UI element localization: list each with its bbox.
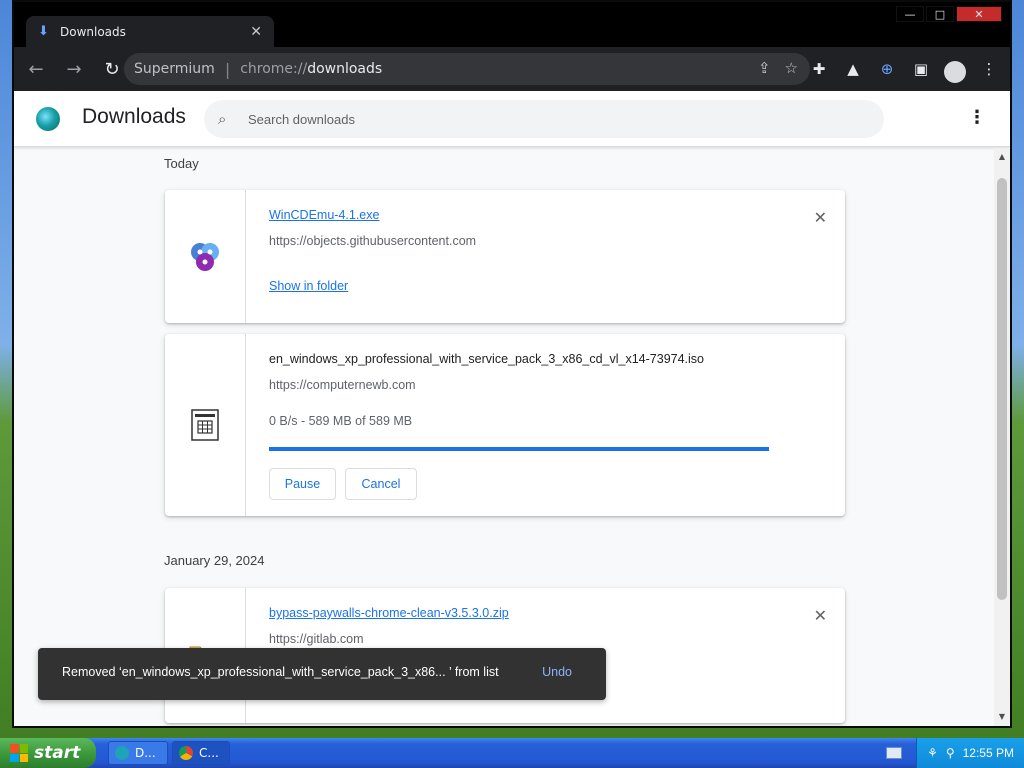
remove-item-icon[interactable]: ✕ [814, 208, 827, 227]
taskbar-item-edge[interactable]: D... [108, 741, 168, 765]
downloads-page: Downloads ⌕ ⋮ Today [14, 91, 1010, 726]
tab-close-icon[interactable]: ✕ [250, 24, 262, 40]
start-button[interactable]: start [0, 738, 96, 768]
taskbar-item-label: C... [199, 746, 219, 760]
file-source-url: https://gitlab.com [269, 632, 364, 646]
scroll-down-arrow-icon[interactable]: ▼ [994, 710, 1010, 724]
more-actions-icon[interactable]: ⋮ [968, 107, 986, 128]
bookmark-star-icon[interactable]: ☆ [785, 59, 798, 77]
file-source-url: https://objects.githubusercontent.com [269, 234, 477, 248]
search-input[interactable] [248, 111, 848, 127]
edge-icon [115, 746, 129, 760]
browser-window: ⬇ Downloads ✕ — □ ✕ ← → ↻ Supermium | ch… [12, 0, 1012, 728]
toast-message: Removed ‘en_windows_xp_professional_with… [62, 665, 499, 679]
profile-avatar-icon[interactable] [942, 53, 968, 85]
url-path: downloads [307, 61, 383, 77]
chrome-icon [179, 746, 193, 760]
download-status-text: 0 B/s - 589 MB of 589 MB [269, 414, 413, 428]
side-panel-icon[interactable]: ▣ [908, 53, 934, 85]
scroll-up-arrow-icon[interactable]: ▲ [994, 150, 1010, 164]
close-window-button[interactable]: ✕ [956, 6, 1002, 22]
download-icon: ⬇ [38, 24, 49, 39]
download-progress-fill [269, 447, 769, 451]
browser-logo-icon [36, 107, 60, 131]
taskbar-item-label: D... [135, 746, 156, 760]
iso-file-icon [191, 409, 219, 441]
site-label: Supermium [134, 61, 215, 77]
download-item-in-progress: en_windows_xp_professional_with_service_… [165, 334, 845, 516]
download-progress-bar [269, 447, 769, 451]
url-scheme: chrome:// [240, 61, 308, 77]
page-title: Downloads [82, 105, 186, 128]
clock: 12:55 PM [962, 746, 1014, 760]
vertical-scrollbar[interactable]: ▲ ▼ [994, 148, 1010, 726]
omnibox-divider: | [224, 59, 231, 79]
file-icon-column [165, 334, 246, 516]
forward-button[interactable]: → [58, 53, 90, 85]
browser-toolbar: ← → ↻ Supermium | chrome:// downloads ⇪ … [14, 47, 1010, 91]
window-controls: — □ ✕ [896, 6, 1002, 22]
labs-flask-icon[interactable]: ▲ [840, 53, 866, 85]
downloads-header: Downloads ⌕ ⋮ [14, 91, 1010, 147]
pause-button[interactable]: Pause [269, 468, 336, 500]
file-name-link[interactable]: WinCDEmu-4.1.exe [269, 208, 379, 222]
windows-taskbar: start D... C... ⚘ ⚲ 12:55 PM [0, 738, 1024, 768]
maximize-button[interactable]: □ [926, 6, 954, 22]
file-name: en_windows_xp_professional_with_service_… [269, 352, 705, 366]
downloads-list: Today WinCDEmu-4.1.exe https://objects.g… [14, 148, 994, 726]
share-icon[interactable]: ⇪ [758, 59, 771, 77]
address-bar[interactable]: Supermium | chrome:// downloads ⇪ ☆ [124, 53, 810, 85]
taskbar-item-chrome[interactable]: C... [172, 741, 230, 765]
undo-button[interactable]: Undo [542, 665, 572, 679]
cancel-button[interactable]: Cancel [345, 468, 417, 500]
tab-title: Downloads [60, 25, 126, 39]
tab-downloads[interactable]: ⬇ Downloads ✕ [26, 16, 274, 48]
system-tray: ⚘ ⚲ 12:55 PM [916, 738, 1024, 768]
remove-item-icon[interactable]: ✕ [814, 606, 827, 625]
back-button[interactable]: ← [20, 53, 52, 85]
file-source-url: https://computernewb.com [269, 378, 416, 392]
downloads-toolbar-icon[interactable]: ⊕ [874, 53, 900, 85]
start-label: start [34, 743, 81, 763]
network-icon[interactable]: ⚘ [927, 746, 938, 760]
download-item: WinCDEmu-4.1.exe https://objects.githubu… [165, 190, 845, 323]
date-heading-january: January 29, 2024 [164, 553, 265, 568]
removed-toast: Removed ‘en_windows_xp_professional_with… [38, 648, 606, 700]
windows-flag-icon [10, 744, 28, 762]
toolbar-icons: ✚ ▲ ⊕ ▣ ⋮ [806, 53, 1002, 85]
tab-strip: ⬇ Downloads ✕ — □ ✕ [14, 2, 1010, 48]
show-in-folder-link[interactable]: Show in folder [269, 279, 348, 293]
file-icon-column [165, 190, 246, 323]
file-name-link[interactable]: bypass-paywalls-chrome-clean-v3.5.3.0.zi… [269, 606, 509, 620]
extensions-icon[interactable]: ✚ [806, 53, 832, 85]
search-tray-icon[interactable]: ⚲ [946, 746, 955, 760]
minimize-button[interactable]: — [896, 6, 924, 22]
search-icon: ⌕ [218, 110, 227, 128]
browser-menu-icon[interactable]: ⋮ [976, 53, 1002, 85]
search-box[interactable]: ⌕ [204, 100, 884, 138]
date-heading-today: Today [164, 156, 199, 171]
keyboard-icon[interactable] [886, 747, 902, 759]
wincdemu-icon [191, 242, 219, 271]
scrollbar-thumb[interactable] [997, 178, 1007, 600]
